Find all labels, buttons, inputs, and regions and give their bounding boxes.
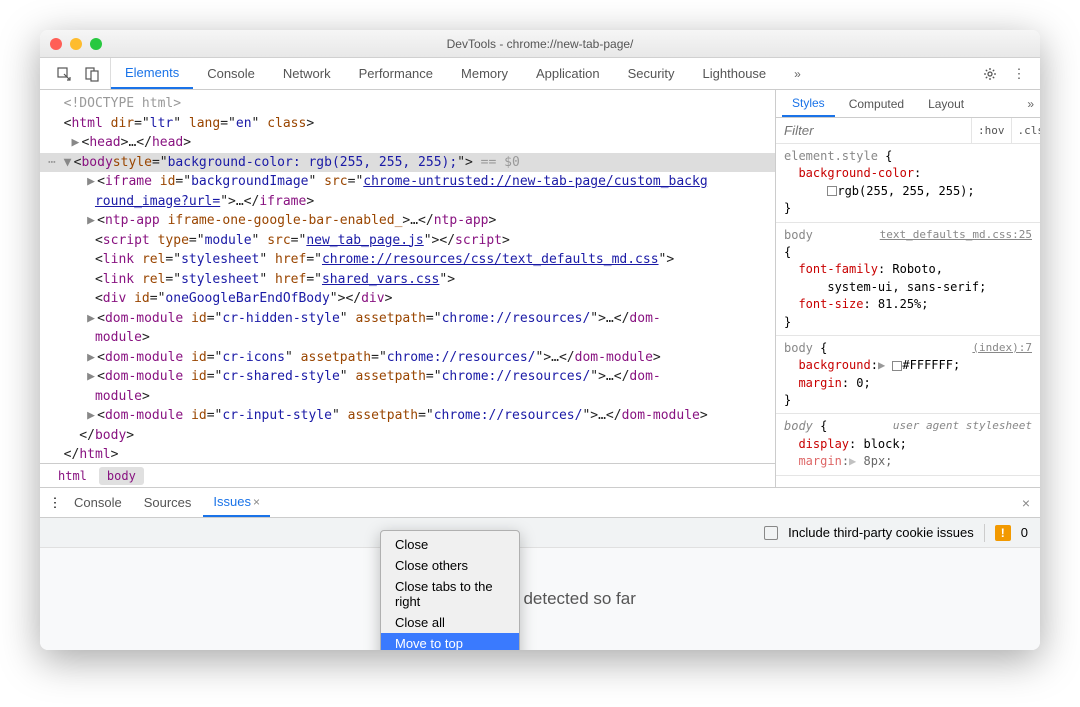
tab-elements[interactable]: Elements — [111, 58, 193, 89]
issues-toolbar: Include third-party cookie issues ! 0 — [40, 518, 1040, 548]
styles-tab-layout[interactable]: Layout — [918, 90, 974, 117]
hov-toggle[interactable]: :hov — [971, 118, 1011, 143]
styles-tab-styles[interactable]: Styles — [782, 90, 835, 117]
dom-ntp-app[interactable]: ▶<ntp-app iframe-one-google-bar-enabled_… — [40, 211, 775, 231]
ctx-close[interactable]: Close — [381, 534, 519, 555]
rule-element-style[interactable]: element.style { background-color: rgb(25… — [776, 144, 1040, 223]
tab-console[interactable]: Console — [193, 58, 269, 89]
ctx-move-top[interactable]: Move to top — [381, 633, 519, 650]
drawer-tab-issues[interactable]: Issues × — [203, 488, 270, 517]
styles-tab-computed[interactable]: Computed — [839, 90, 914, 117]
drawer-tab-console[interactable]: Console — [64, 488, 132, 517]
tab-application[interactable]: Application — [522, 58, 614, 89]
styles-panel: Styles Computed Layout » :hov .cls + ◫ e… — [775, 90, 1040, 487]
dom-module-1[interactable]: ▶<dom-module id="cr-hidden-style" assetp… — [40, 309, 775, 329]
more-tabs-icon[interactable]: » — [780, 58, 815, 89]
styles-rules[interactable]: element.style { background-color: rgb(25… — [776, 144, 1040, 487]
ctx-close-others[interactable]: Close others — [381, 555, 519, 576]
warning-count: 0 — [1021, 525, 1028, 540]
dom-iframe[interactable]: ▶<iframe id="backgroundImage" src="chrom… — [40, 172, 775, 192]
include-thirdparty-label: Include third-party cookie issues — [788, 525, 974, 540]
close-tab-icon[interactable]: × — [253, 495, 260, 509]
dom-link-2[interactable]: <link rel="stylesheet" href="shared_vars… — [40, 270, 775, 290]
dom-div[interactable]: <div id="oneGoogleBarEndOfBody"></div> — [40, 289, 775, 309]
dom-script[interactable]: <script type="module" src="new_tab_page.… — [40, 231, 775, 251]
rule-body-2[interactable]: (index):7 body { background:▶ #FFFFFF; m… — [776, 336, 1040, 415]
drawer: ⋮ Console Sources Issues × × Include thi… — [40, 488, 1040, 650]
crumb-html[interactable]: html — [50, 467, 95, 485]
ctx-close-right[interactable]: Close tabs to the right — [381, 576, 519, 612]
include-thirdparty-checkbox[interactable] — [764, 526, 778, 540]
tab-memory[interactable]: Memory — [447, 58, 522, 89]
issues-body: No issues detected so far — [40, 548, 1040, 650]
tab-lighthouse[interactable]: Lighthouse — [689, 58, 781, 89]
rule-body-ua[interactable]: user agent stylesheet body { display: bl… — [776, 414, 1040, 475]
rule-source-link[interactable]: (index):7 — [972, 340, 1032, 356]
more-options-icon[interactable]: ⋮ — [1012, 66, 1026, 82]
dom-doctype[interactable]: <!DOCTYPE html> — [40, 94, 775, 114]
more-styles-tabs-icon[interactable]: » — [1027, 97, 1034, 111]
dom-link-1[interactable]: <link rel="stylesheet" href="chrome://re… — [40, 250, 775, 270]
dom-tree[interactable]: <!DOCTYPE html> <html dir="ltr" lang="en… — [40, 90, 775, 463]
dom-body-selected[interactable]: ⋯ ▼<body style="background-color: rgb(25… — [40, 153, 775, 173]
tab-network[interactable]: Network — [269, 58, 345, 89]
device-toolbar-icon[interactable] — [84, 66, 100, 82]
window-title: DevTools - chrome://new-tab-page/ — [40, 37, 1040, 51]
dom-html-close[interactable]: </html> — [40, 445, 775, 463]
dom-iframe-2[interactable]: round_image?url=">…</iframe> — [40, 192, 775, 212]
rule-source-ua: user agent stylesheet — [893, 418, 1032, 434]
devtools-window: DevTools - chrome://new-tab-page/ Elemen… — [40, 30, 1040, 650]
dom-module-4[interactable]: ▶<dom-module id="cr-input-style" assetpa… — [40, 406, 775, 426]
cls-toggle[interactable]: .cls — [1011, 118, 1041, 143]
dom-head[interactable]: ▶<head>…</head> — [40, 133, 775, 153]
drawer-tab-sources[interactable]: Sources — [134, 488, 202, 517]
dom-html[interactable]: <html dir="ltr" lang="en" class> — [40, 114, 775, 134]
dom-body-close[interactable]: </body> — [40, 426, 775, 446]
dom-module-2[interactable]: ▶<dom-module id="cr-icons" assetpath="ch… — [40, 348, 775, 368]
warning-badge-icon: ! — [995, 525, 1011, 541]
styles-filter-input[interactable] — [776, 118, 971, 143]
dom-module-1b[interactable]: module> — [40, 328, 775, 348]
dom-module-3[interactable]: ▶<dom-module id="cr-shared-style" assetp… — [40, 367, 775, 387]
crumb-body[interactable]: body — [99, 467, 144, 485]
dom-module-3b[interactable]: module> — [40, 387, 775, 407]
main-toolbar: Elements Console Network Performance Mem… — [40, 58, 1040, 90]
tab-security[interactable]: Security — [614, 58, 689, 89]
panel-tabs: Elements Console Network Performance Mem… — [111, 58, 815, 89]
context-menu: Close Close others Close tabs to the rig… — [380, 530, 520, 650]
elements-panel: <!DOCTYPE html> <html dir="ltr" lang="en… — [40, 90, 775, 487]
inspect-element-icon[interactable] — [56, 66, 72, 82]
breadcrumb[interactable]: html body — [40, 463, 775, 487]
rule-source-link[interactable]: text_defaults_md.css:25 — [880, 227, 1032, 243]
rule-body-1[interactable]: text_defaults_md.css:25 body { font-fami… — [776, 223, 1040, 336]
titlebar: DevTools - chrome://new-tab-page/ — [40, 30, 1040, 58]
close-drawer-icon[interactable]: × — [1022, 495, 1030, 511]
settings-icon[interactable] — [982, 66, 998, 82]
drawer-menu-icon[interactable]: ⋮ — [48, 495, 62, 511]
ctx-close-all[interactable]: Close all — [381, 612, 519, 633]
tab-performance[interactable]: Performance — [345, 58, 447, 89]
